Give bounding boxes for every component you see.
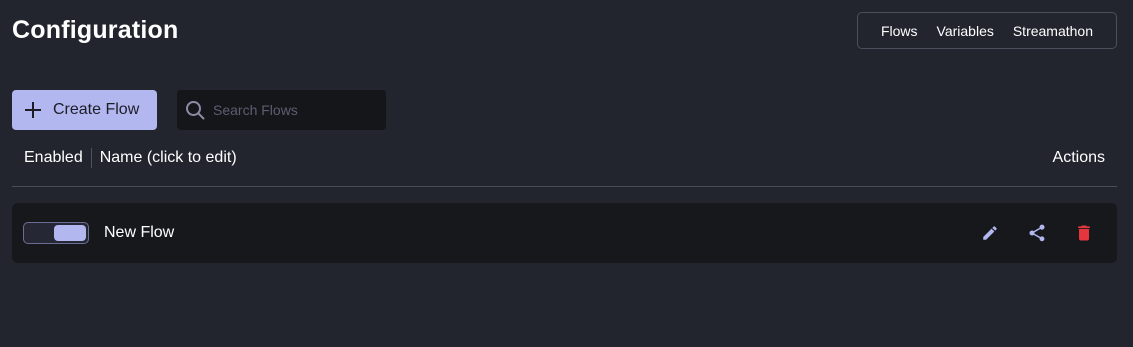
delete-icon xyxy=(1078,225,1090,241)
configuration-page: Configuration Flows Variables Streamatho… xyxy=(0,0,1133,347)
plus-icon xyxy=(25,102,41,118)
create-flow-label: Create Flow xyxy=(53,101,140,118)
nav-item-flows[interactable]: Flows xyxy=(881,23,918,39)
row-actions xyxy=(955,221,1096,245)
edit-button[interactable] xyxy=(978,221,1002,245)
enabled-toggle[interactable] xyxy=(23,222,89,244)
column-header-name: Name (click to edit) xyxy=(99,149,237,166)
create-flow-button[interactable]: Create Flow xyxy=(12,90,157,130)
flow-name[interactable]: New Flow xyxy=(104,224,174,242)
header-divider xyxy=(12,186,1117,187)
search-box xyxy=(177,90,386,130)
toggle-thumb xyxy=(54,225,86,241)
delete-button[interactable] xyxy=(1072,221,1096,245)
column-header-actions: Actions xyxy=(1052,149,1105,166)
search-input[interactable] xyxy=(213,102,383,118)
share-icon xyxy=(1029,224,1045,242)
edit-icon xyxy=(983,226,997,240)
share-button[interactable] xyxy=(1025,221,1049,245)
column-header-enabled: Enabled xyxy=(24,149,83,166)
nav-item-variables[interactable]: Variables xyxy=(937,23,994,39)
top-nav: Flows Variables Streamathon xyxy=(857,12,1117,49)
table-row: New Flow xyxy=(12,203,1117,263)
table-header: Enabled Name (click to edit) Actions xyxy=(12,146,1117,170)
column-divider xyxy=(90,148,92,168)
nav-item-streamathon[interactable]: Streamathon xyxy=(1013,23,1093,39)
search-icon xyxy=(186,101,205,120)
page-title: Configuration xyxy=(12,16,179,44)
